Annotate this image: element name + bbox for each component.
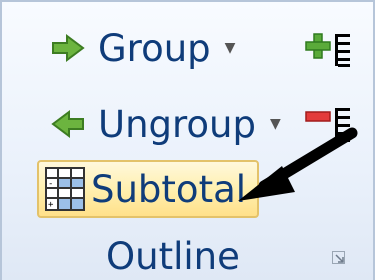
subtotal-label: Subtotal [91, 167, 247, 211]
subtotal-button[interactable]: - + Subtotal [37, 160, 259, 218]
group-label: Group [98, 26, 211, 70]
ungroup-button[interactable]: Ungroup ▼ [50, 100, 281, 148]
show-detail-icon[interactable] [304, 32, 352, 68]
dialog-launcher-icon[interactable] [332, 251, 346, 265]
ungroup-arrow-icon [51, 110, 84, 138]
group-button[interactable]: Group ▼ [50, 24, 235, 72]
hide-detail-icon[interactable] [304, 106, 352, 144]
svg-text:+: + [48, 200, 54, 210]
chevron-down-icon: ▼ [224, 40, 236, 56]
svg-text:-: - [48, 179, 53, 189]
outline-ribbon-group: Group ▼ Ungroup ▼ - + Subtotal Outline [0, 0, 375, 280]
group-arrow-icon [52, 34, 85, 62]
ungroup-label: Ungroup [98, 102, 256, 146]
subtotal-grid-icon: - + [45, 167, 85, 211]
chevron-down-icon: ▼ [270, 116, 281, 132]
outline-group-label: Outline [106, 235, 240, 278]
